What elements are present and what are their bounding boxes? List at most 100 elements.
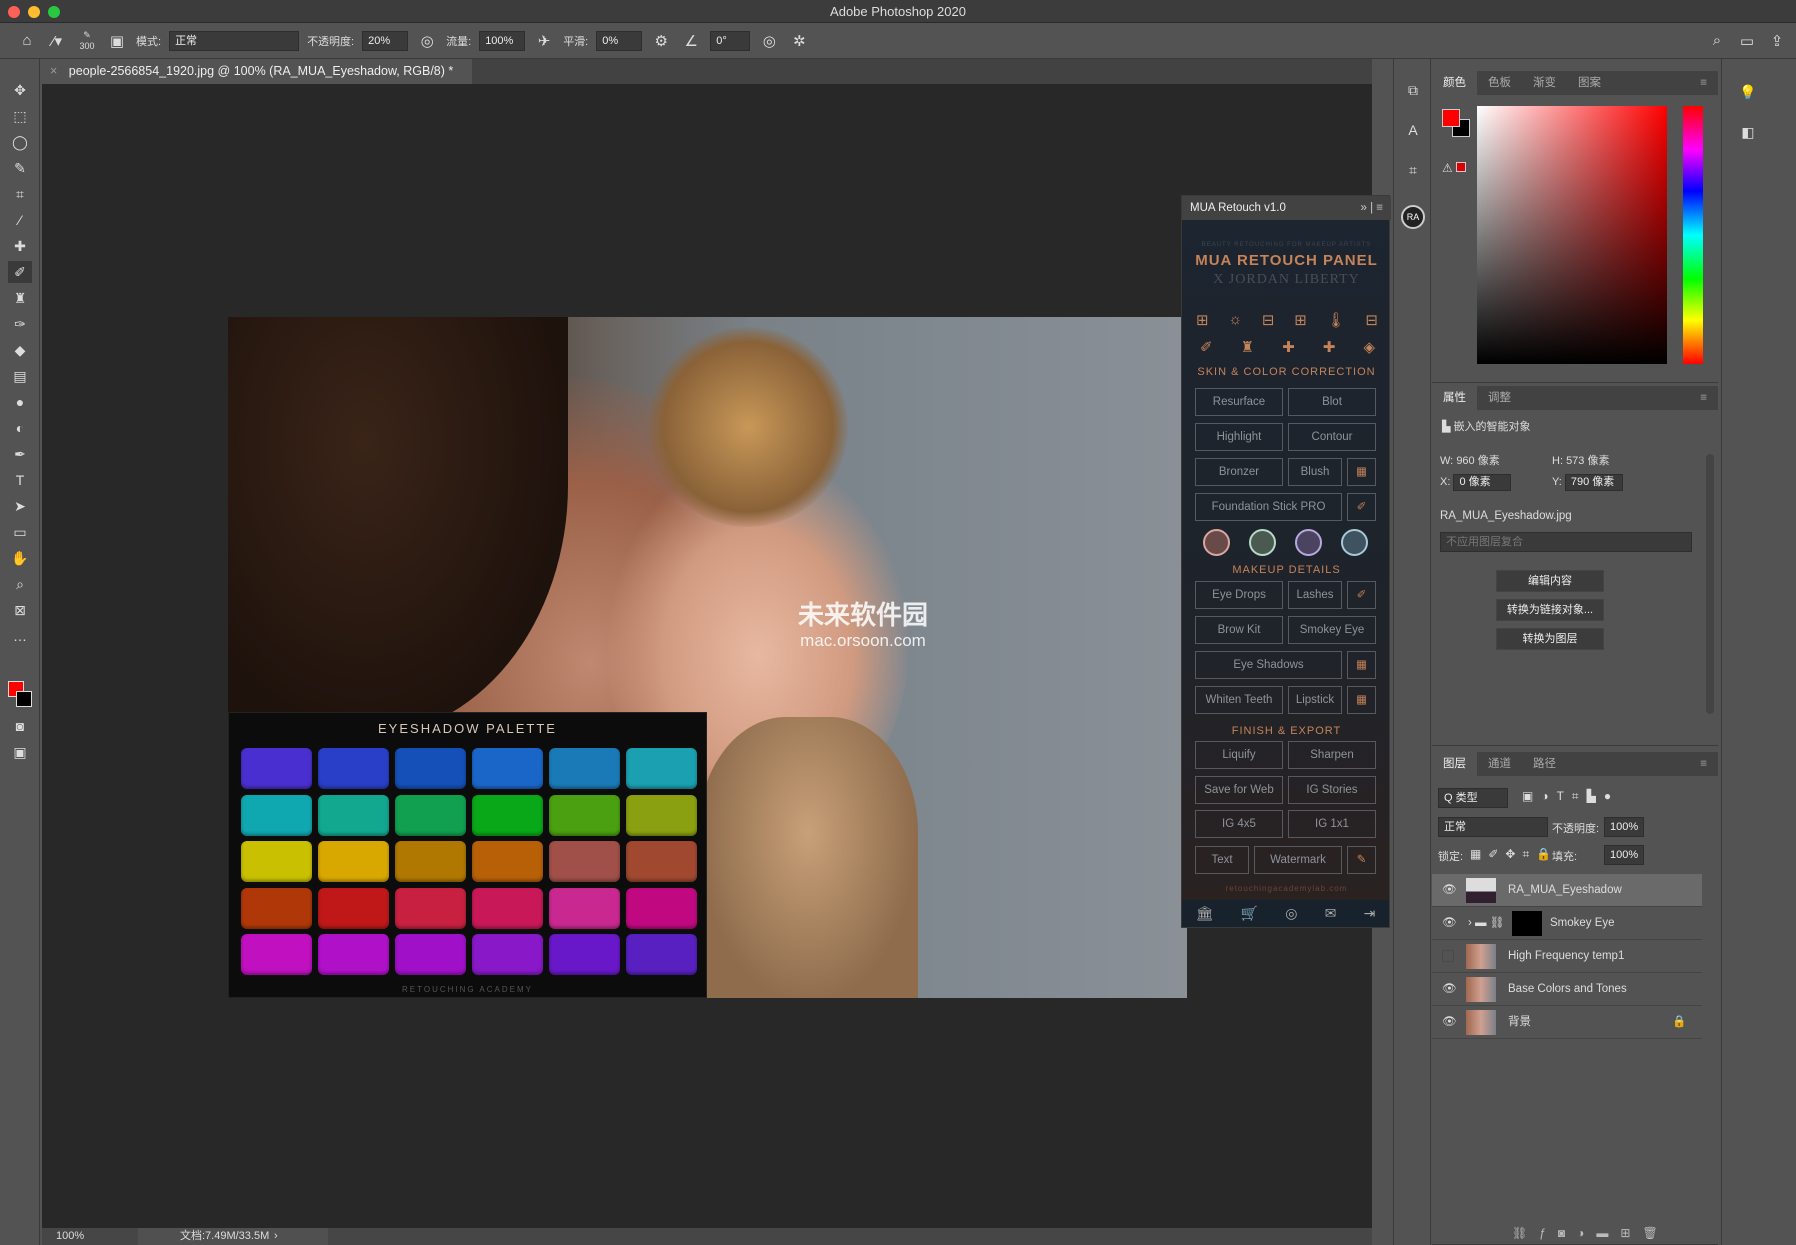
zoom-window-button[interactable]: [48, 6, 60, 18]
hue-slider[interactable]: [1683, 106, 1703, 364]
share-icon[interactable]: ⇪: [1766, 32, 1788, 50]
eyedropper-tool-icon[interactable]: ⁄: [8, 209, 32, 231]
bandage-icon[interactable]: ✚: [1282, 338, 1295, 356]
tab-properties[interactable]: 属性: [1432, 386, 1477, 410]
brush-tool-icon[interactable]: ⁄▾: [46, 32, 68, 50]
smoothing-input[interactable]: 0%: [596, 30, 643, 51]
close-window-button[interactable]: [8, 6, 20, 18]
workspace-icon[interactable]: ▭: [1736, 32, 1758, 50]
frame-tool-icon[interactable]: ⊠: [8, 599, 32, 621]
grid-icon[interactable]: ▦: [1347, 651, 1376, 679]
tab-paths[interactable]: 路径: [1522, 752, 1567, 776]
skin-swatch-1[interactable]: [1203, 529, 1230, 556]
libraries-icon[interactable]: ◧: [1736, 121, 1760, 143]
close-tab-icon[interactable]: ×: [50, 64, 57, 78]
eye-drops-button[interactable]: Eye Drops: [1195, 581, 1283, 609]
layer-filter-select[interactable]: Q 类型: [1438, 788, 1508, 808]
fill-input[interactable]: 100%: [1604, 845, 1644, 865]
exit-icon[interactable]: ⇥: [1364, 905, 1376, 922]
home-icon[interactable]: ⌂: [16, 32, 38, 49]
minus-icon[interactable]: ⊟: [1262, 311, 1275, 329]
stamp-icon[interactable]: ♜: [1241, 338, 1254, 356]
brush-settings-icon[interactable]: ▣: [106, 32, 128, 50]
layer-opacity-input[interactable]: 100%: [1604, 817, 1644, 837]
brush-tool-icon[interactable]: ✐: [8, 261, 32, 283]
gamut-warning-icon[interactable]: ⚠: [1442, 161, 1466, 175]
plus-icon[interactable]: ⊞: [1196, 311, 1209, 329]
eye-icon[interactable]: 👁: [1442, 1006, 1457, 1039]
quick-select-tool-icon[interactable]: ✎: [8, 157, 32, 179]
mua-url[interactable]: retouchingacademylab.com: [1182, 884, 1391, 893]
layer-comp-select[interactable]: 不应用图层复合: [1440, 532, 1692, 552]
text-button[interactable]: Text: [1195, 846, 1249, 874]
lipstick-button[interactable]: Lipstick: [1288, 686, 1342, 714]
layer-row[interactable]: 👁 Base Colors and Tones: [1432, 973, 1702, 1006]
skin-swatch-4[interactable]: [1341, 529, 1368, 556]
tab-color[interactable]: 颜色: [1432, 71, 1477, 95]
airbrush-icon[interactable]: ✈: [533, 32, 555, 50]
zoom-tool-icon[interactable]: ⌕: [8, 573, 32, 595]
bandage-icon[interactable]: ✚: [1323, 338, 1336, 356]
ra-panel-icon[interactable]: RA: [1401, 205, 1425, 229]
lashes-button[interactable]: Lashes: [1288, 581, 1342, 609]
highlight-button[interactable]: Highlight: [1195, 423, 1283, 451]
history-icon[interactable]: ⧉: [1401, 79, 1425, 101]
type-tool-icon[interactable]: T: [8, 469, 32, 491]
flow-input[interactable]: 100%: [479, 30, 526, 51]
academy-icon[interactable]: 🏛: [1196, 905, 1214, 922]
foreground-color-swatch[interactable]: [1442, 109, 1460, 127]
convert-to-layers-button[interactable]: 转换为图层: [1496, 628, 1604, 650]
minus-icon[interactable]: ⊟: [1365, 311, 1378, 329]
panel-menu-icon[interactable]: ≡: [1689, 71, 1718, 95]
blur-tool-icon[interactable]: ●: [8, 391, 32, 413]
tab-channels[interactable]: 通道: [1477, 752, 1522, 776]
crop-icon[interactable]: ⌗: [1401, 159, 1425, 181]
layer-row[interactable]: 👁 背景 🔒: [1432, 1006, 1702, 1039]
tab-adjustments[interactable]: 调整: [1477, 386, 1522, 410]
contour-button[interactable]: Contour: [1288, 423, 1376, 451]
smokey-eye-button[interactable]: Smokey Eye: [1288, 616, 1376, 644]
character-icon[interactable]: A: [1401, 119, 1425, 141]
panel-menu-icon[interactable]: ≡: [1689, 752, 1718, 776]
layer-row[interactable]: 👁 › ▬ ⛓ Smokey Eye: [1432, 907, 1702, 940]
minimize-window-button[interactable]: [28, 6, 40, 18]
eye-icon[interactable]: 👁: [1442, 907, 1457, 940]
pencil-icon[interactable]: ✎: [1347, 846, 1376, 874]
quick-mask-icon[interactable]: ◙: [8, 715, 32, 737]
tab-swatches[interactable]: 色板: [1477, 71, 1522, 95]
properties-scrollbar[interactable]: [1706, 454, 1714, 714]
x-input[interactable]: 0 像素: [1453, 474, 1512, 491]
whiten-teeth-button[interactable]: Whiten Teeth: [1195, 686, 1283, 714]
brush-icon[interactable]: ✐: [1347, 581, 1376, 609]
plus-icon[interactable]: ⊞: [1294, 311, 1307, 329]
stamp-tool-icon[interactable]: ♜: [8, 287, 32, 309]
search-icon[interactable]: ⌕: [1706, 32, 1728, 49]
save-for-web-button[interactable]: Save for Web: [1195, 776, 1283, 804]
layer-row[interactable]: High Frequency temp1: [1432, 940, 1702, 973]
layer-row[interactable]: 👁 RA_MUA_Eyeshadow: [1432, 874, 1702, 907]
tab-patterns[interactable]: 图案: [1567, 71, 1612, 95]
lock-icons[interactable]: ▦✐✥⌗🔒: [1470, 847, 1558, 862]
grid-icon[interactable]: ▦: [1347, 458, 1376, 486]
bronzer-button[interactable]: Bronzer: [1195, 458, 1283, 486]
shape-tool-icon[interactable]: ▭: [8, 521, 32, 543]
angle-input[interactable]: 0°: [710, 30, 751, 51]
liquify-button[interactable]: Liquify: [1195, 741, 1283, 769]
healing-tool-icon[interactable]: ✚: [8, 235, 32, 257]
filter-icons[interactable]: ▣◑T⌗▙●: [1522, 789, 1619, 804]
ig-stories-button[interactable]: IG Stories: [1288, 776, 1376, 804]
pressure-size-icon[interactable]: ◎: [758, 32, 780, 50]
eye-shadows-button[interactable]: Eye Shadows: [1195, 651, 1342, 679]
instagram-icon[interactable]: ◎: [1285, 905, 1297, 922]
gradient-tool-icon[interactable]: ▤: [8, 365, 32, 387]
brush-icon[interactable]: ✐: [1347, 493, 1376, 521]
brush-preset-icon[interactable]: ✎ 300: [76, 30, 98, 51]
sharpen-button[interactable]: Sharpen: [1288, 741, 1376, 769]
ig-1x1-button[interactable]: IG 1x1: [1288, 810, 1376, 838]
symmetry-icon[interactable]: ✲: [788, 32, 810, 50]
document-tab[interactable]: × people-2566854_1920.jpg @ 100% (RA_MUA…: [42, 59, 472, 84]
crop-tool-icon[interactable]: ⌗: [8, 183, 32, 205]
opacity-input[interactable]: 20%: [362, 30, 409, 51]
edit-contents-button[interactable]: 编辑内容: [1496, 570, 1604, 592]
watermark-button[interactable]: Watermark: [1254, 846, 1342, 874]
